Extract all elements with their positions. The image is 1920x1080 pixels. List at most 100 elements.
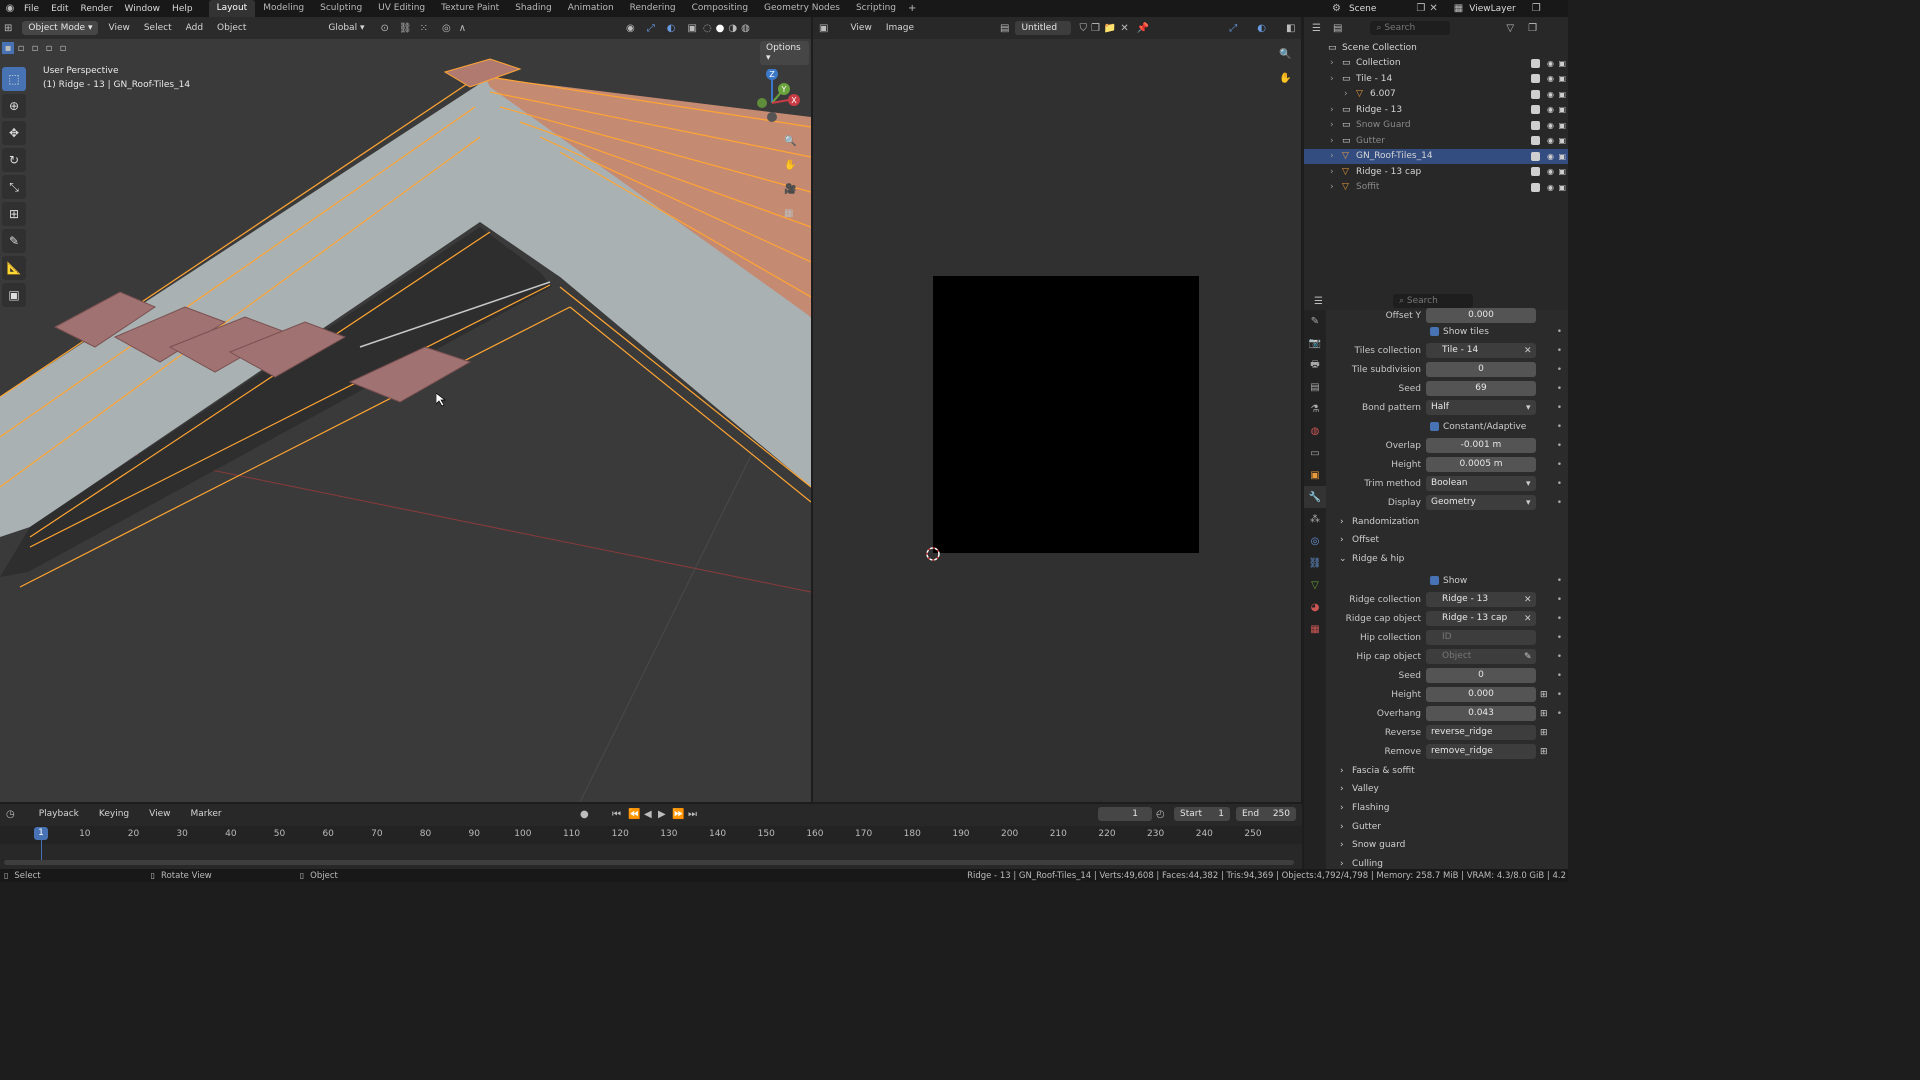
panel-flashing[interactable]: › Flashing bbox=[1326, 799, 1568, 816]
view-layer-tab-icon[interactable]: ▤ bbox=[1304, 376, 1326, 398]
image-canvas[interactable] bbox=[933, 276, 1199, 553]
panel-culling[interactable]: › Culling bbox=[1326, 856, 1568, 869]
pan-hand-icon[interactable]: ✋ bbox=[784, 153, 796, 177]
panel-fascia-soffit[interactable]: › Fascia & soffit bbox=[1326, 762, 1568, 779]
ridge-show-row[interactable]: Show • bbox=[1326, 572, 1568, 589]
tab-geometry-nodes[interactable]: Geometry Nodes bbox=[756, 0, 848, 17]
trim-method-dropdown[interactable]: Boolean bbox=[1426, 476, 1536, 491]
move-tool-icon[interactable]: ✥ bbox=[2, 121, 26, 145]
eye-icon[interactable]: ◉ bbox=[1547, 136, 1554, 145]
tab-texture-paint[interactable]: Texture Paint bbox=[433, 0, 507, 17]
fake-user-shield-icon[interactable]: ⛉ bbox=[1079, 23, 1087, 34]
mode-dropdown[interactable]: Object Mode ▾ bbox=[22, 21, 99, 35]
add-cube-tool-icon[interactable]: ▣ bbox=[2, 283, 26, 307]
ridge-seed-field[interactable]: 0 bbox=[1426, 668, 1536, 683]
disclosure-chevron-icon[interactable]: › bbox=[1330, 105, 1334, 115]
snap-target-icon[interactable]: ⁙ bbox=[420, 23, 428, 34]
eye-icon[interactable]: ◉ bbox=[1547, 59, 1554, 68]
show-tiles-row[interactable]: Show tiles • bbox=[1326, 323, 1568, 340]
2d-cursor-icon[interactable] bbox=[923, 544, 943, 564]
image-browse-icon[interactable]: ▤ bbox=[1000, 23, 1009, 34]
exclude-checkbox[interactable] bbox=[1531, 136, 1540, 145]
menu-help[interactable]: Help bbox=[166, 4, 199, 14]
gizmo-icon[interactable]: ⤢ bbox=[647, 23, 655, 34]
collection-tab-icon[interactable]: ▭ bbox=[1304, 442, 1326, 464]
disclosure-chevron-icon[interactable]: › bbox=[1330, 74, 1334, 84]
new-collection-icon[interactable]: ❐ bbox=[1528, 23, 1537, 34]
camera-icon[interactable]: ▣ bbox=[1558, 121, 1566, 130]
preview-range-icon[interactable]: ◴ bbox=[1156, 809, 1165, 820]
world-tab-icon[interactable]: ◍ bbox=[1304, 420, 1326, 442]
keyframe-dot-icon[interactable]: • bbox=[1557, 327, 1562, 337]
keyframe-dot-icon[interactable]: • bbox=[1557, 690, 1562, 700]
eye-icon[interactable]: ◉ bbox=[1547, 90, 1554, 99]
exclude-checkbox[interactable] bbox=[1531, 89, 1540, 99]
image-editor-type-icon[interactable]: ▣ bbox=[819, 23, 828, 34]
eyedropper-icon[interactable]: ✎ bbox=[1524, 652, 1532, 662]
eye-icon[interactable]: ◉ bbox=[1547, 152, 1554, 161]
solid-shading-icon[interactable]: ● bbox=[716, 23, 725, 34]
keyframe-dot-icon[interactable]: • bbox=[1557, 346, 1562, 356]
scale-tool-icon[interactable]: ⤡ bbox=[2, 175, 26, 199]
constant-adaptive-row[interactable]: Constant/Adaptive • bbox=[1326, 418, 1568, 435]
visibility-icon[interactable]: ◉ bbox=[626, 23, 635, 34]
tab-rendering[interactable]: Rendering bbox=[622, 0, 684, 17]
height-field[interactable]: 0.0005 m bbox=[1426, 457, 1536, 472]
disclosure-chevron-icon[interactable]: › bbox=[1330, 182, 1334, 192]
panel-offset[interactable]: › Offset bbox=[1326, 531, 1568, 548]
keyframe-dot-icon[interactable]: • bbox=[1557, 652, 1562, 662]
disclosure-chevron-icon[interactable]: › bbox=[1330, 136, 1334, 146]
hip-cap-object-field[interactable]: Object bbox=[1426, 649, 1536, 664]
output-tab-icon[interactable]: 🖶 bbox=[1304, 354, 1326, 376]
image-menu-image[interactable]: Image bbox=[880, 22, 920, 34]
camera-icon[interactable]: ▣ bbox=[1558, 59, 1566, 68]
keyframe-dot-icon[interactable]: • bbox=[1557, 403, 1562, 413]
ridge-height-field[interactable]: 0.000 bbox=[1426, 687, 1536, 702]
eye-icon[interactable]: ◉ bbox=[1547, 105, 1554, 114]
keyframe-dot-icon[interactable]: • bbox=[1557, 441, 1562, 451]
rendered-shading-icon[interactable]: ◍ bbox=[741, 23, 750, 34]
tab-sculpting[interactable]: Sculpting bbox=[312, 0, 370, 17]
camera-icon[interactable]: ▣ bbox=[1558, 136, 1566, 145]
image-name-field[interactable]: Untitled bbox=[1015, 21, 1072, 35]
menu-render[interactable]: Render bbox=[75, 4, 119, 14]
auto-keying-icon[interactable]: ● bbox=[580, 809, 589, 820]
options-dropdown[interactable]: Options ▾ bbox=[760, 41, 809, 65]
timeline-type-icon[interactable]: ◷ bbox=[6, 809, 15, 820]
tab-animation[interactable]: Animation bbox=[560, 0, 622, 17]
panel-randomization[interactable]: › Randomization bbox=[1326, 513, 1568, 530]
eye-icon[interactable]: ◉ bbox=[1547, 183, 1554, 192]
render-tab-icon[interactable]: 📷 bbox=[1304, 332, 1326, 354]
viewport-menu-view[interactable]: View bbox=[102, 22, 135, 34]
pivot-icon[interactable]: ⊙ bbox=[380, 23, 388, 34]
ridge-collection-field[interactable]: Ridge - 13 bbox=[1426, 592, 1536, 607]
open-image-icon[interactable]: 📁 bbox=[1104, 23, 1116, 34]
select-intersect-icon[interactable]: ▫ bbox=[56, 43, 70, 54]
ridge-show-checkbox[interactable] bbox=[1430, 576, 1439, 585]
tab-modeling[interactable]: Modeling bbox=[255, 0, 312, 17]
outliner-type-icon[interactable]: ☰ bbox=[1312, 23, 1321, 34]
seed-field[interactable]: 69 bbox=[1426, 381, 1536, 396]
view-layer-name[interactable]: ViewLayer bbox=[1469, 4, 1515, 14]
unlink-image-icon[interactable]: ✕ bbox=[1120, 23, 1128, 34]
current-frame-field[interactable]: 1 bbox=[1098, 807, 1152, 821]
3d-viewport[interactable]: ⊞ Object Mode ▾ View Select Add Object Glob… bbox=[0, 17, 811, 802]
constraints-tab-icon[interactable]: ⛓ bbox=[1304, 552, 1326, 574]
frame-ruler[interactable]: 1 10 20 30 40 50 60 70 80 90 100 110 120 130 140 150 160… bbox=[0, 826, 1302, 860]
timeline-scrollbar[interactable] bbox=[4, 860, 1294, 865]
image-zoom-icon[interactable]: 🔍 bbox=[1279, 49, 1291, 60]
exclude-checkbox[interactable] bbox=[1531, 120, 1540, 130]
overlay-icon[interactable]: ◐ bbox=[667, 23, 676, 34]
exclude-checkbox[interactable] bbox=[1531, 182, 1540, 192]
tool-tab-icon[interactable]: ✎ bbox=[1304, 310, 1326, 332]
timeline-menu-keying[interactable]: Keying bbox=[93, 808, 135, 820]
jump-keyframe-back-icon[interactable]: ⏪ bbox=[628, 809, 640, 820]
object-tab-icon[interactable]: ▣ bbox=[1304, 464, 1326, 486]
keyframe-dot-icon[interactable]: • bbox=[1557, 671, 1562, 681]
new-image-icon[interactable]: ❐ bbox=[1091, 23, 1100, 34]
keyframe-dot-icon[interactable]: • bbox=[1557, 709, 1562, 719]
jump-end-icon[interactable]: ⏭ bbox=[688, 809, 697, 820]
constant-adaptive-checkbox[interactable] bbox=[1430, 422, 1439, 431]
timeline-menu-marker[interactable]: Marker bbox=[185, 808, 228, 820]
new-scene-icon[interactable]: ❐ bbox=[1416, 3, 1425, 14]
